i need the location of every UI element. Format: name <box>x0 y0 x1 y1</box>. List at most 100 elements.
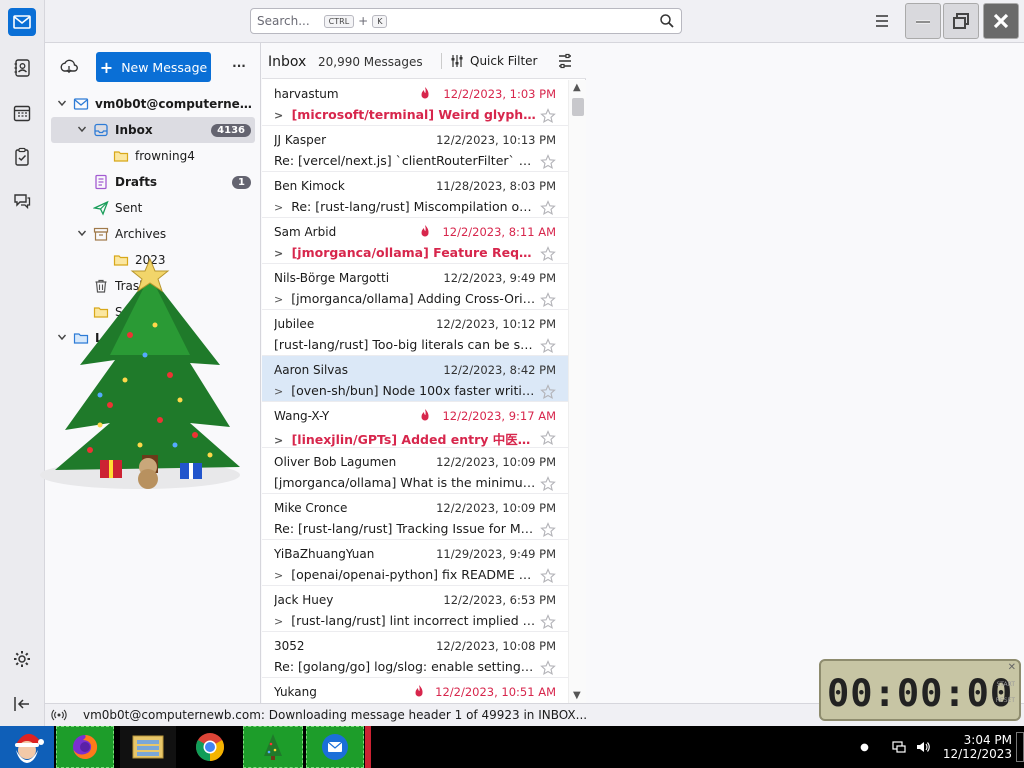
taskbar-firefox-button[interactable] <box>56 726 114 768</box>
new-message-button[interactable]: + New Message <box>96 52 211 82</box>
star-icon[interactable] <box>540 246 556 262</box>
settings-button[interactable] <box>12 649 32 669</box>
message-row[interactable]: Ben Kimock 11/28/2023, 8:03 PM > Re: [rust… <box>262 172 568 218</box>
local-folder-icon <box>73 330 89 346</box>
star-icon[interactable] <box>540 200 556 216</box>
message-date: 12/2/2023, 9:49 PM <box>443 271 556 285</box>
thread-chevron-icon[interactable]: > <box>274 434 283 447</box>
thread-chevron-icon[interactable]: > <box>274 569 283 582</box>
message-row[interactable]: Jack Huey 12/2/2023, 6:53 PM > [rust-lang/… <box>262 586 568 632</box>
scroll-up-icon[interactable]: ▲ <box>573 82 581 93</box>
message-row[interactable]: 3052 12/2/2023, 10:08 PM Re: [golang/go] l… <box>262 632 568 678</box>
message-subject: [jmorganca/ollama] Adding Cross-Origi... <box>291 291 536 306</box>
message-row[interactable]: Nils-Börge Margotti 12/2/2023, 9:49 PM > [… <box>262 264 568 310</box>
star-icon[interactable] <box>540 108 556 124</box>
message-list-scrollbar[interactable]: ▲ ▼ <box>568 80 586 703</box>
thread-chevron-icon[interactable]: > <box>274 293 283 306</box>
message-row[interactable]: Jubilee 12/2/2023, 10:12 PM [rust-lang/rus… <box>262 310 568 356</box>
star-icon[interactable] <box>540 338 556 354</box>
star-icon[interactable] <box>540 660 556 676</box>
message-row[interactable]: harvastum 12/2/2023, 1:03 PM > [microsoft/… <box>262 80 568 126</box>
thread-chevron-icon[interactable]: > <box>274 109 283 122</box>
star-icon[interactable] <box>540 292 556 308</box>
timer-start-button[interactable]: START <box>996 681 1015 688</box>
thread-chevron-icon[interactable]: > <box>274 385 283 398</box>
folder-archives[interactable]: Archives <box>51 221 255 247</box>
mail-space-button[interactable] <box>8 8 36 36</box>
timer-widget[interactable]: 00:00:00 ✕ START RESET <box>819 659 1021 721</box>
folder-vm0b0t-computernewb[interactable]: vm0b0t@computernewb.... <box>51 91 255 117</box>
start-button[interactable] <box>0 726 54 768</box>
chevron-down-icon[interactable] <box>55 332 69 345</box>
message-sender: Wang-X-Y <box>274 409 330 423</box>
star-icon[interactable] <box>540 430 556 446</box>
timer-close-icon[interactable]: ✕ <box>1008 662 1016 673</box>
message-row[interactable]: YiBaZhuangYuan 11/29/2023, 9:49 PM > [open… <box>262 540 568 586</box>
star-icon[interactable] <box>540 154 556 170</box>
folder-trash[interactable]: Trash <box>51 273 255 299</box>
cloud-download-icon <box>60 59 78 74</box>
close-button[interactable] <box>983 3 1019 39</box>
message-subject-line: > [rust-lang/rust] lint incorrect implie… <box>274 613 536 628</box>
search-icon[interactable] <box>659 13 675 29</box>
message-row[interactable]: Aaron Silvas 12/2/2023, 8:42 PM > [oven-sh… <box>262 356 568 402</box>
star-icon[interactable] <box>540 568 556 584</box>
get-messages-button[interactable] <box>59 57 79 77</box>
pane-more-button[interactable]: ... <box>229 56 249 76</box>
thread-chevron-icon[interactable]: > <box>274 247 283 260</box>
chat-button[interactable] <box>8 187 36 215</box>
message-row[interactable]: JJ Kasper 12/2/2023, 10:13 PM Re: [vercel/… <box>262 126 568 172</box>
folder-sent[interactable]: Sent <box>51 195 255 221</box>
calendar-button[interactable] <box>8 99 36 127</box>
search-input[interactable]: Search... CTRL + K <box>250 8 682 34</box>
app-menu-button[interactable] <box>871 11 893 31</box>
taskbar-christmas-tree-button[interactable] <box>243 726 303 768</box>
folder-frowning4[interactable]: frowning4 <box>51 143 255 169</box>
taskbar-file-explorer-button[interactable] <box>120 726 176 768</box>
star-icon[interactable] <box>540 614 556 630</box>
thread-chevron-icon[interactable]: > <box>274 615 283 628</box>
collapse-icon <box>14 697 29 711</box>
message-row[interactable]: Sam Arbid 12/2/2023, 8:11 AM > [jmorganca/… <box>262 218 568 264</box>
timer-reset-button[interactable]: RESET <box>996 697 1015 704</box>
quick-filter-button[interactable]: Quick Filter <box>450 54 537 68</box>
star-icon[interactable] <box>540 384 556 400</box>
list-display-options-button[interactable] <box>556 52 574 70</box>
star-icon[interactable] <box>540 476 556 492</box>
tasks-button[interactable] <box>8 143 36 171</box>
folder-inbox[interactable]: Inbox 4136 <box>51 117 255 143</box>
taskbar-chrome-button[interactable] <box>180 726 240 768</box>
chevron-down-icon[interactable] <box>55 98 69 111</box>
clock-date: 12/12/2023 <box>942 747 1012 761</box>
shortcut-plus: + <box>358 14 369 28</box>
clock[interactable]: 3:04 PM 12/12/2023 <box>943 733 1012 761</box>
unread-count-badge: 1 <box>232 175 251 189</box>
network-icon[interactable] <box>891 739 907 755</box>
scroll-thumb[interactable] <box>572 98 584 116</box>
folder-spam[interactable]: Spam <box>51 299 255 325</box>
message-row[interactable]: Mike Cronce 12/2/2023, 10:09 PM Re: [rust-… <box>262 494 568 540</box>
inbox-folder-icon <box>93 122 109 138</box>
folder-drafts[interactable]: Drafts 1 <box>51 169 255 195</box>
address-book-button[interactable] <box>8 54 36 82</box>
taskbar-thunderbird-button[interactable] <box>306 726 364 768</box>
volume-icon[interactable] <box>915 739 931 755</box>
chevron-down-icon[interactable] <box>75 124 89 137</box>
message-subject-line: [jmorganca/ollama] What is the minimum .… <box>274 475 536 490</box>
message-row[interactable]: Yukang 12/2/2023, 10:51 AM <box>262 678 568 703</box>
thread-chevron-icon[interactable]: > <box>274 201 283 214</box>
scroll-down-icon[interactable]: ▼ <box>573 690 581 701</box>
chevron-down-icon[interactable] <box>75 228 89 241</box>
folder-2023[interactable]: 2023 <box>51 247 255 273</box>
message-date: 12/2/2023, 10:09 PM <box>436 501 556 515</box>
collapse-spaces-button[interactable] <box>12 694 32 714</box>
folder-local-folders[interactable]: Local Folders <box>51 325 255 351</box>
unread-count-badge: 4136 <box>211 123 251 137</box>
minimize-button[interactable] <box>905 3 941 39</box>
folder-label: Sent <box>115 201 143 215</box>
message-row[interactable]: Wang-X-Y 12/2/2023, 9:17 AM > [linexjlin/G… <box>262 402 568 448</box>
message-row[interactable]: Oliver Bob Lagumen 12/2/2023, 10:09 PM [jm… <box>262 448 568 494</box>
restore-button[interactable] <box>943 3 979 39</box>
star-icon[interactable] <box>540 522 556 538</box>
show-desktop-button[interactable] <box>1016 732 1024 762</box>
